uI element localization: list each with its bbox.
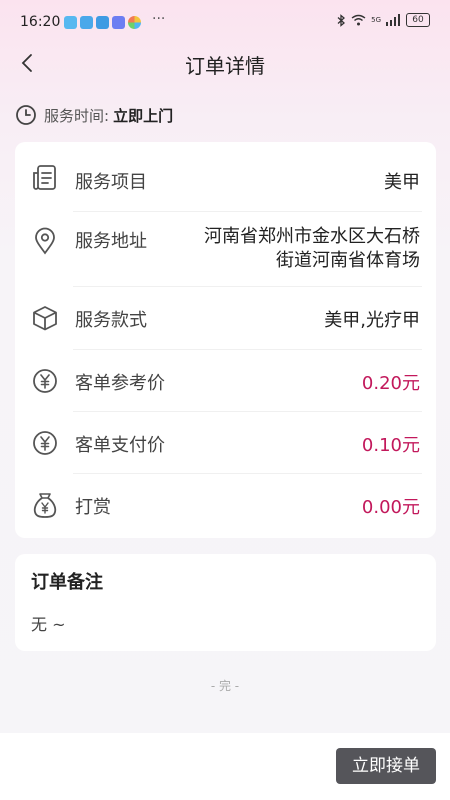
order-notes-card: 订单备注 无 ~: [15, 554, 436, 651]
nav-bar: 订单详情: [0, 44, 450, 82]
detail-value-price: 0.00元: [361, 497, 420, 518]
detail-label: 服务地址: [75, 231, 147, 252]
detail-row-tip: 打赏 0.00元: [15, 474, 436, 538]
signal-icon: [386, 14, 400, 26]
yuan-coin-icon: [33, 369, 57, 393]
document-icon: [33, 165, 56, 190]
bottom-action-bar: 立即接单: [0, 733, 450, 800]
status-bar: 16:20 ··· 5G 60: [0, 0, 450, 44]
location-pin-icon: [35, 227, 55, 255]
detail-label: 服务款式: [75, 310, 147, 331]
detail-value-address: 河南省郑州市金水区大石桥 街道河南省体育场: [204, 225, 420, 273]
detail-row-service-style: 服务款式 美甲,光疗甲: [15, 287, 436, 350]
app-notification-icon: [96, 16, 109, 29]
accept-order-button[interactable]: 立即接单: [336, 748, 436, 784]
more-notifications-icon: ···: [152, 11, 166, 27]
service-time-value: 立即上门: [113, 106, 174, 125]
detail-value-price: 0.10元: [361, 435, 420, 456]
battery-icon: 60: [406, 13, 430, 27]
bluetooth-icon: [337, 13, 346, 27]
service-time-row: 服务时间: 立即上门: [15, 104, 173, 126]
notes-text: 无 ~: [31, 615, 66, 634]
order-details-card: 服务项目 美甲 服务地址 河南省郑州市金水区大石桥 街道河南省体育场 服务款式 …: [15, 142, 436, 538]
app-notification-icon: [128, 16, 141, 29]
detail-row-paid-price: 客单支付价 0.10元: [15, 412, 436, 474]
address-line: 街道河南省体育场: [276, 250, 420, 271]
yuan-coin-icon: [33, 431, 57, 455]
status-right: 5G 60: [337, 13, 430, 27]
app-notification-icon: [64, 16, 77, 29]
wifi-icon: [351, 14, 366, 26]
detail-label: 服务项目: [75, 172, 147, 193]
status-time: 16:20: [20, 14, 61, 30]
detail-label: 打赏: [75, 497, 111, 518]
box-icon: [33, 306, 57, 331]
app-notification-icon: [80, 16, 93, 29]
detail-label: 客单参考价: [75, 373, 165, 394]
detail-value-price: 0.20元: [361, 373, 420, 394]
detail-value: 美甲,光疗甲: [324, 310, 420, 331]
address-line: 河南省郑州市金水区大石桥: [204, 226, 420, 247]
end-of-list-text: - 完 -: [210, 679, 240, 693]
money-bag-icon: [33, 493, 57, 518]
detail-row-service-item: 服务项目 美甲: [15, 142, 436, 212]
detail-row-reference-price: 客单参考价 0.20元: [15, 350, 436, 412]
page-title: 订单详情: [185, 54, 265, 78]
notification-icons: [64, 16, 141, 29]
network-type: 5G: [371, 15, 381, 24]
detail-label: 客单支付价: [75, 435, 165, 456]
service-time-label: 服务时间:: [44, 106, 110, 125]
notes-title: 订单备注: [31, 572, 103, 593]
detail-row-service-address: 服务地址 河南省郑州市金水区大石桥 街道河南省体育场: [15, 212, 436, 287]
clock-icon: [16, 105, 36, 125]
detail-value: 美甲: [384, 172, 420, 193]
mail-icon: [112, 16, 125, 29]
